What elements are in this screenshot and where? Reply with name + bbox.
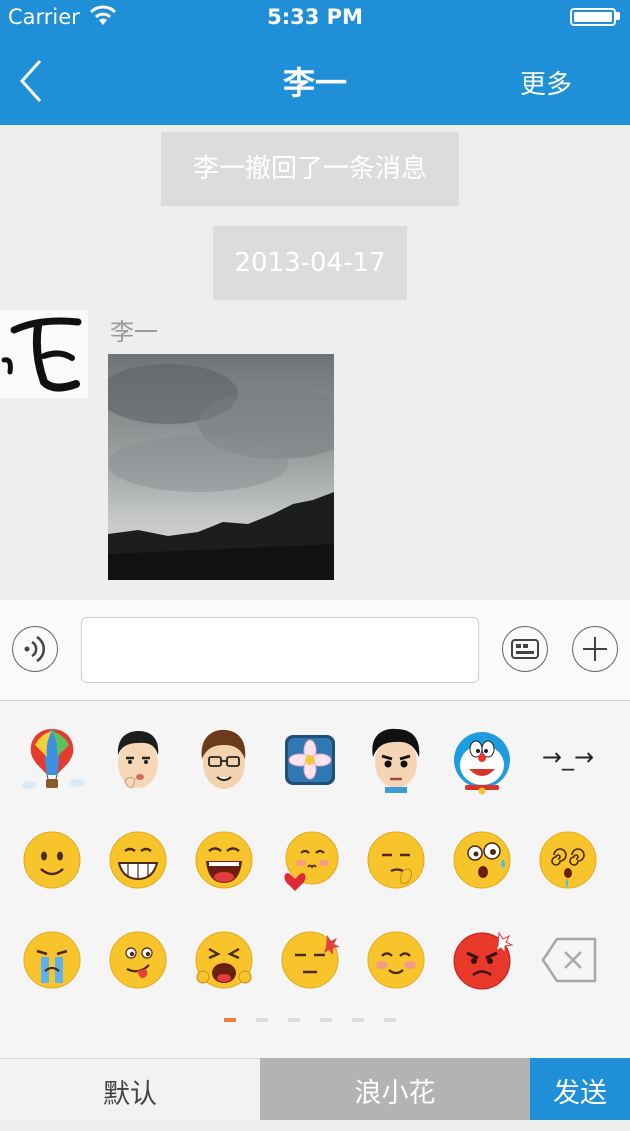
page-dot-4[interactable] [320,1018,332,1022]
tab-langxiaohua[interactable]: 浪小花 [260,1058,530,1120]
blush-emoji[interactable] [361,925,431,995]
dizzy-emoji[interactable] [533,825,603,895]
date-separator: 2013-04-17 [213,226,407,300]
smile-emoji[interactable] [17,825,87,895]
recall-notice: 李一撤回了一条消息 [161,132,459,206]
tongue-out-emoji[interactable] [103,925,173,995]
voice-button[interactable] [12,626,58,672]
page-dot-6[interactable] [384,1018,396,1022]
shy-heart-emoji[interactable] [275,825,345,895]
avatar[interactable] [0,310,88,398]
keyboard-toggle-button[interactable] [502,626,548,672]
arrow-kaomoji-text: →_→ [541,743,595,771]
glasses-man-emoji[interactable] [189,725,259,795]
message-input[interactable] [81,617,479,683]
grin-emoji[interactable] [103,825,173,895]
man-kiss-face-emoji[interactable] [103,725,173,795]
page-dot-5[interactable] [352,1018,364,1022]
smirk-finger-emoji[interactable] [361,825,431,895]
send-button[interactable]: 发送 [530,1058,630,1120]
furious-emoji[interactable] [447,925,517,995]
doraemon-emoji[interactable] [447,725,517,795]
more-button[interactable]: 更多 [520,64,572,101]
angry-boy-emoji[interactable] [361,725,431,795]
lotus-flower-emoji[interactable] [275,725,345,795]
keyboard-icon [511,639,539,659]
surprised-sweat-emoji[interactable] [447,825,517,895]
hot-air-balloon-emoji[interactable] [17,725,87,795]
battery-icon [570,8,616,26]
page-dot-1[interactable] [224,1018,236,1022]
delete-backspace-button[interactable] [533,925,603,995]
voice-icon [24,635,46,663]
add-attachment-button[interactable] [572,626,618,672]
sender-name: 李一 [110,318,158,346]
backspace-icon [541,937,597,983]
image-message[interactable] [108,354,334,580]
arrow-kaomoji-emoji[interactable]: →_→ [533,725,603,795]
status-time: 5:33 PM [267,5,363,29]
battery-tip [616,12,620,20]
laugh-emoji[interactable] [189,825,259,895]
page-dot-3[interactable] [288,1018,300,1022]
crying-emoji[interactable] [17,925,87,995]
page-dot-2[interactable] [256,1018,268,1022]
bawling-emoji[interactable] [189,925,259,995]
tab-default[interactable]: 默认 [0,1058,260,1120]
plus-icon [583,637,607,661]
annoyed-emoji[interactable] [275,925,345,995]
